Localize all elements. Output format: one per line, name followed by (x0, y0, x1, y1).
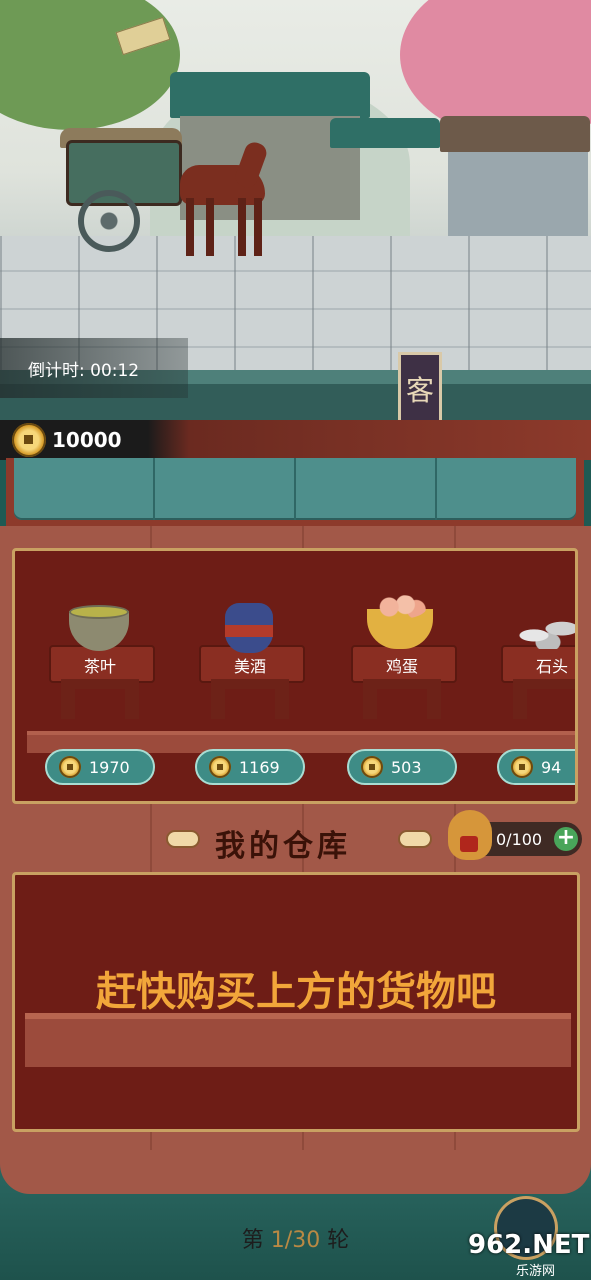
copper-coin-icon (59, 756, 81, 778)
awning-segment (437, 458, 576, 520)
egg-basket-icon (367, 595, 433, 649)
goods-item-tea[interactable]: 茶叶 1970 (35, 551, 165, 801)
round-value: 1/30 (270, 1228, 321, 1253)
buy-price-button[interactable]: 503 (347, 749, 457, 785)
pedestal-legs (61, 679, 139, 719)
pedestal-legs (211, 679, 289, 719)
price-value: 94 (541, 758, 562, 777)
shop-awning (6, 458, 584, 528)
horse-leg (238, 198, 246, 256)
stone-icon (513, 615, 575, 649)
warehouse-capacity: 0/100 + (448, 810, 582, 860)
watermark-subtitle: 乐游网 (516, 1264, 556, 1279)
goods-name: 鸡蛋 (385, 657, 418, 676)
money-bar: 10000 (0, 420, 591, 460)
add-capacity-button[interactable]: + (554, 827, 578, 851)
goods-name: 美酒 (233, 657, 266, 676)
goods-item-stone[interactable]: 石头 94 (487, 551, 575, 801)
footer-frame (0, 1150, 591, 1194)
horse-leg (254, 198, 262, 256)
horse-leg (186, 198, 194, 256)
buy-price-button[interactable]: 1169 (195, 749, 305, 785)
empty-warehouse-hint: 赶快购买上方的货物吧 (96, 969, 496, 1015)
footer-bar: 第 1/30 轮 962.NET 乐游网 (0, 1150, 591, 1280)
shop-panel: 茶叶 1970 美酒 1169 鸡蛋 503 石头 94 (12, 548, 578, 804)
capacity-count: 0/100 (496, 830, 543, 849)
cloud-ornament-icon (166, 830, 200, 848)
copper-coin-icon (361, 756, 383, 778)
side-building-roof (330, 118, 440, 148)
awning-segment (14, 458, 155, 520)
price-value: 1970 (89, 758, 130, 777)
price-value: 503 (391, 758, 422, 777)
street-scene: 倒计时: 00:12 客 (0, 0, 591, 430)
countdown-timer: 倒计时: 00:12 (28, 361, 140, 381)
money-bag-icon (448, 810, 492, 860)
goods-item-wine[interactable]: 美酒 1169 (185, 551, 315, 801)
money-amount: 10000 (52, 428, 122, 452)
pedestal-legs (513, 679, 575, 719)
watermark-logo: 962.NET (468, 1230, 590, 1260)
cloud-ornament-icon (398, 830, 432, 848)
awning-segment (296, 458, 437, 520)
horse-leg (206, 198, 214, 256)
cart-wheel (78, 190, 140, 252)
warehouse-title: 我的仓库 (215, 829, 351, 864)
countdown-panel: 倒计时: 00:12 (0, 338, 188, 398)
goods-item-egg[interactable]: 鸡蛋 503 (337, 551, 467, 801)
buy-price-button[interactable]: 1970 (45, 749, 155, 785)
goods-name: 石头 (535, 657, 568, 676)
inn-roof (170, 72, 370, 118)
stall-roof (440, 116, 590, 152)
copper-coin-icon (511, 756, 533, 778)
pedestal-legs (363, 679, 441, 719)
buy-price-button[interactable]: 94 (497, 749, 575, 785)
round-suffix: 轮 (327, 1228, 350, 1253)
awning-segment (155, 458, 296, 520)
warehouse-shelf (25, 1013, 571, 1067)
awning-cloth (14, 458, 576, 520)
copper-coin-icon (12, 423, 46, 457)
goods-name: 茶叶 (83, 657, 116, 676)
price-value: 1169 (239, 758, 280, 777)
round-prefix: 第 (241, 1228, 264, 1253)
inn-banner: 客 (398, 352, 442, 430)
wine-jar-icon (225, 603, 273, 653)
warehouse-panel: 赶快购买上方的货物吧 (12, 872, 580, 1132)
copper-coin-icon (209, 756, 231, 778)
market-stall (448, 150, 588, 242)
